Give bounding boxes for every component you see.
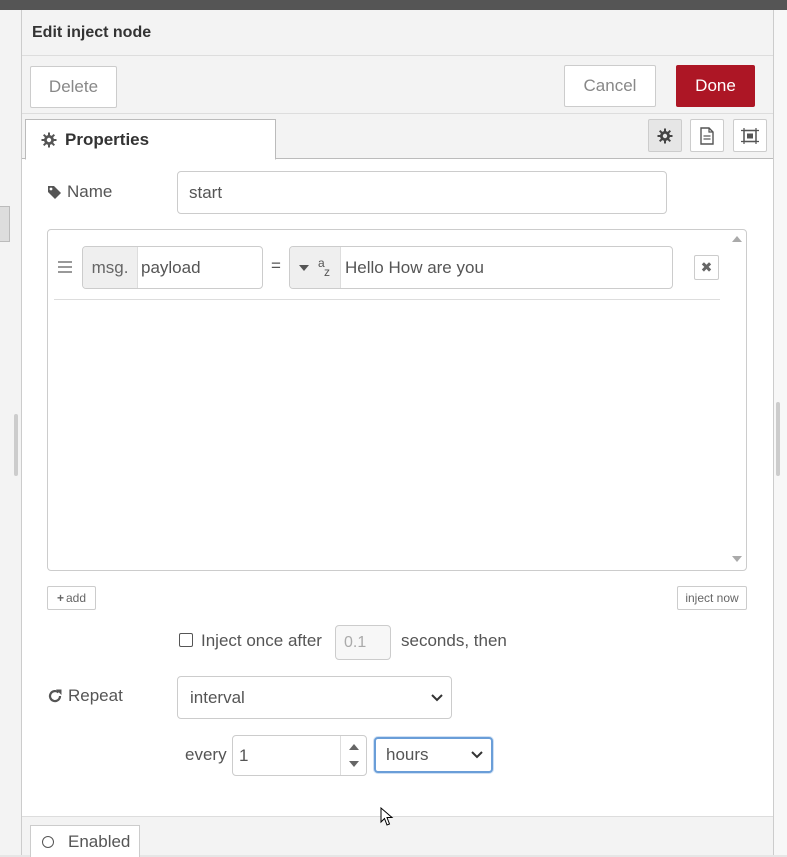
- name-row-label: Name: [47, 182, 112, 202]
- spinner-up-icon[interactable]: [349, 744, 359, 750]
- gear-icon: [657, 128, 673, 143]
- top-bar: [0, 0, 787, 10]
- repeat-select-value: interval: [190, 687, 245, 707]
- tray-header: Edit inject node: [22, 10, 773, 56]
- tab-properties[interactable]: Properties: [25, 119, 276, 160]
- done-button[interactable]: Done: [676, 65, 755, 107]
- inject-once-label: Inject once after: [201, 631, 322, 650]
- tray-footer: Enabled: [22, 816, 773, 857]
- inject-once-checkbox[interactable]: [179, 633, 193, 647]
- inject-now-button[interactable]: inject now: [677, 586, 747, 610]
- document-icon: [700, 126, 714, 145]
- add-label: add: [65, 591, 87, 605]
- interval-units-value: hours: [386, 745, 429, 764]
- equals-sign: =: [271, 256, 281, 275]
- interval-count-input[interactable]: 1: [232, 735, 367, 776]
- inject-once-delay-input[interactable]: 0.1: [335, 625, 391, 660]
- cancel-button[interactable]: Cancel: [564, 65, 656, 107]
- scroll-up-arrow[interactable]: [732, 236, 742, 242]
- tab-settings-button[interactable]: [648, 119, 682, 152]
- repeat-row-label: Repeat: [47, 686, 123, 706]
- inject-once-suffix: seconds, then: [401, 631, 507, 650]
- msg-prefix: msg.: [83, 247, 138, 288]
- resize-grip-right[interactable]: [776, 402, 780, 476]
- scroll-down-arrow[interactable]: [732, 556, 742, 562]
- resize-grip-left[interactable]: [14, 414, 18, 476]
- properties-content: Name msg. payload = az Hello How are you: [22, 160, 773, 816]
- remove-property-button[interactable]: ✖: [694, 255, 719, 280]
- property-name-value: payload: [141, 257, 201, 277]
- property-value-field[interactable]: az Hello How are you: [289, 246, 673, 289]
- frame-icon: [741, 127, 759, 144]
- every-label: every: [185, 745, 227, 764]
- mouse-cursor-icon: [380, 807, 394, 826]
- tab-appearance-button[interactable]: [733, 119, 767, 152]
- property-value: Hello How are you: [345, 257, 484, 277]
- delete-button[interactable]: Delete: [30, 66, 117, 108]
- gear-icon: [41, 132, 57, 147]
- enabled-toggle[interactable]: Enabled: [30, 825, 140, 857]
- repeat-label: Repeat: [68, 686, 123, 705]
- number-spinner[interactable]: [340, 736, 366, 775]
- properties-list: msg. payload = az Hello How are you ✖: [47, 229, 747, 571]
- tray-toolbar: Delete Cancel Done: [22, 56, 773, 114]
- dialog-title: Edit inject node: [32, 24, 152, 41]
- circle-icon: [42, 835, 54, 848]
- plus-icon: +: [56, 591, 64, 605]
- chevron-down-icon: [471, 751, 483, 759]
- edit-tray: Edit inject node Delete Cancel Done Prop…: [22, 10, 773, 857]
- workspace-background-left: [0, 10, 22, 855]
- enabled-label: Enabled: [68, 831, 131, 851]
- property-name-field[interactable]: msg. payload: [82, 246, 263, 289]
- sidebar-background-right: [773, 10, 787, 855]
- add-property-button[interactable]: + add: [47, 586, 96, 610]
- chevron-down-icon: [431, 693, 443, 701]
- tab-properties-label: Properties: [65, 129, 150, 149]
- drag-handle-icon[interactable]: [58, 261, 72, 273]
- property-row: msg. payload = az Hello How are you ✖: [54, 246, 720, 300]
- value-type-selector[interactable]: az: [290, 247, 341, 288]
- tab-description-button[interactable]: [690, 119, 724, 152]
- interval-count-value: 1: [239, 746, 249, 765]
- palette-tab[interactable]: [0, 206, 10, 242]
- repeat-select[interactable]: interval: [177, 676, 452, 719]
- refresh-icon: [48, 689, 62, 703]
- tabs-row: Properties: [22, 114, 773, 160]
- name-label: Name: [67, 182, 113, 201]
- spinner-down-icon[interactable]: [349, 761, 359, 767]
- tag-icon: [48, 185, 61, 199]
- caret-down-icon: [299, 264, 309, 271]
- interval-units-select[interactable]: hours: [374, 737, 493, 773]
- name-input[interactable]: [177, 171, 667, 214]
- az-string-icon: az: [318, 255, 330, 279]
